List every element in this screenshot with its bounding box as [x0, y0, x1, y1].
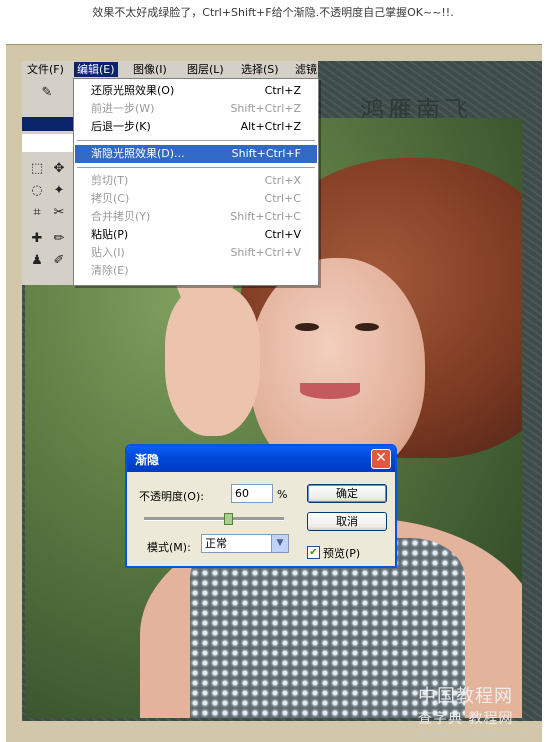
- mode-label: 模式(M):: [147, 541, 191, 554]
- menu-item-label: 清除(E): [91, 264, 129, 277]
- menu-separator: [77, 167, 315, 168]
- healing-brush-icon[interactable]: ✚: [28, 230, 46, 248]
- menu-item-paste-into[interactable]: 贴入(I) Shift+Ctrl+V: [75, 244, 317, 262]
- tool-palette: ✎ ⬚ ✥ ◌ ✦ ⌗ ✂ ✚ ✏ ♟ ✐: [22, 78, 75, 285]
- menu-item-label: 贴入(I): [91, 246, 125, 259]
- menu-item-undo-lighting[interactable]: 还原光照效果(O) Ctrl+Z: [75, 82, 317, 100]
- menu-edit[interactable]: 编辑(E): [74, 62, 118, 77]
- menu-select[interactable]: 选择(S): [238, 62, 282, 77]
- menu-item-shortcut: Shift+Ctrl+F: [231, 147, 301, 160]
- feather-logo: [22, 134, 74, 152]
- ok-button[interactable]: 确定: [307, 484, 387, 503]
- slice-icon[interactable]: ✂: [50, 204, 68, 222]
- menu-item-label: 渐隐光照效果(D)...: [91, 147, 185, 160]
- mouth: [300, 383, 360, 399]
- watermark-url: jiaocheng.chazidian.com: [418, 730, 530, 740]
- menu-item-step-forward[interactable]: 前进一步(W) Shift+Ctrl+Z: [75, 100, 317, 118]
- stamp-icon[interactable]: ♟: [28, 252, 46, 270]
- right-eye: [355, 323, 379, 331]
- menu-item-shortcut: Shift+Ctrl+Z: [230, 102, 301, 115]
- marquee-icon[interactable]: ⬚: [28, 160, 46, 178]
- opacity-label: 不透明度(O):: [139, 490, 204, 503]
- menu-item-clear[interactable]: 清除(E): [75, 262, 317, 280]
- move-icon[interactable]: ✥: [50, 160, 68, 178]
- menu-filter[interactable]: 滤镜: [292, 62, 320, 77]
- eyedropper-icon[interactable]: ✎: [38, 84, 56, 102]
- menu-item-cut[interactable]: 剪切(T) Ctrl+X: [75, 172, 317, 190]
- magic-wand-icon[interactable]: ✦: [50, 182, 68, 200]
- opacity-slider-thumb[interactable]: [224, 513, 233, 525]
- left-eye: [295, 323, 319, 331]
- menu-item-shortcut: Ctrl+C: [264, 192, 301, 205]
- brush-icon[interactable]: ✏: [50, 230, 68, 248]
- menu-file[interactable]: 文件(F): [24, 62, 67, 77]
- menu-layer[interactable]: 图层(L): [184, 62, 227, 77]
- menu-item-shortcut: Alt+Ctrl+Z: [240, 120, 301, 133]
- menu-item-label: 合并拷贝(Y): [91, 210, 151, 223]
- watermark-line1: 中国教程网: [418, 686, 513, 707]
- opacity-unit: %: [277, 488, 288, 501]
- menu-item-shortcut: Ctrl+V: [264, 228, 301, 241]
- palette-titlebar: [22, 117, 74, 131]
- menu-image[interactable]: 图像(I): [130, 62, 170, 77]
- menu-item-label: 后退一步(K): [91, 120, 151, 133]
- menu-item-label: 还原光照效果(O): [91, 84, 175, 97]
- opacity-input[interactable]: 60: [231, 484, 273, 503]
- history-brush-icon[interactable]: ✐: [50, 252, 68, 270]
- preview-label: 预览(P): [323, 547, 361, 560]
- menu-item-label: 剪切(T): [91, 174, 129, 187]
- menu-item-shortcut: Ctrl+Z: [264, 84, 301, 97]
- mode-value: 正常: [205, 537, 227, 550]
- edit-menu-dropdown: 还原光照效果(O) Ctrl+Z 前进一步(W) Shift+Ctrl+Z 后退…: [73, 78, 319, 286]
- dialog-title: 渐隐: [135, 453, 160, 467]
- menu-item-copy[interactable]: 拷贝(C) Ctrl+C: [75, 190, 317, 208]
- menu-item-label: 前进一步(W): [91, 102, 155, 115]
- opacity-slider-track[interactable]: [144, 517, 284, 521]
- menu-item-paste[interactable]: 粘贴(P) Ctrl+V: [75, 226, 317, 244]
- v-sign-hand: [165, 286, 260, 436]
- watermark-line2: 查字典 教程网: [418, 711, 514, 727]
- page-caption: 效果不太好成绿脸了，Ctrl+Shift+F给个渐隐.不透明度自己掌握OK~~!…: [92, 6, 454, 19]
- mode-select[interactable]: 正常 ▼: [201, 534, 289, 553]
- menu-item-label: 粘贴(P): [91, 228, 129, 241]
- menu-item-label: 拷贝(C): [91, 192, 130, 205]
- menu-item-step-backward[interactable]: 后退一步(K) Alt+Ctrl+Z: [75, 118, 317, 136]
- menu-item-shortcut: Shift+Ctrl+V: [230, 246, 301, 259]
- menu-bar: 文件(F) 编辑(E) 图像(I) 图层(L) 选择(S) 滤镜: [22, 61, 318, 78]
- cancel-button[interactable]: 取消: [307, 512, 387, 531]
- menu-item-copy-merged[interactable]: 合并拷贝(Y) Shift+Ctrl+C: [75, 208, 317, 226]
- chevron-down-icon[interactable]: ▼: [271, 535, 288, 552]
- crop-icon[interactable]: ⌗: [28, 204, 46, 222]
- menu-item-fade-lighting[interactable]: 渐隐光照效果(D)... Shift+Ctrl+F: [75, 145, 317, 163]
- lasso-icon[interactable]: ◌: [28, 182, 46, 200]
- fade-dialog: 渐隐 ✕ 不透明度(O): 60 % 模式(M): 正常 ▼ 确定 取消 ✔ 预…: [125, 444, 397, 568]
- menu-item-shortcut: Ctrl+X: [264, 174, 301, 187]
- watermark: 中国教程网 查字典 教程网 jiaocheng.chazidian.com: [418, 682, 529, 740]
- preview-checkbox[interactable]: ✔: [307, 546, 320, 559]
- menu-item-shortcut: Shift+Ctrl+C: [230, 210, 301, 223]
- menu-separator: [77, 140, 315, 141]
- checkmark-icon: ✔: [309, 547, 318, 558]
- close-icon[interactable]: ✕: [371, 449, 391, 469]
- dialog-titlebar[interactable]: 渐隐 ✕: [127, 446, 395, 472]
